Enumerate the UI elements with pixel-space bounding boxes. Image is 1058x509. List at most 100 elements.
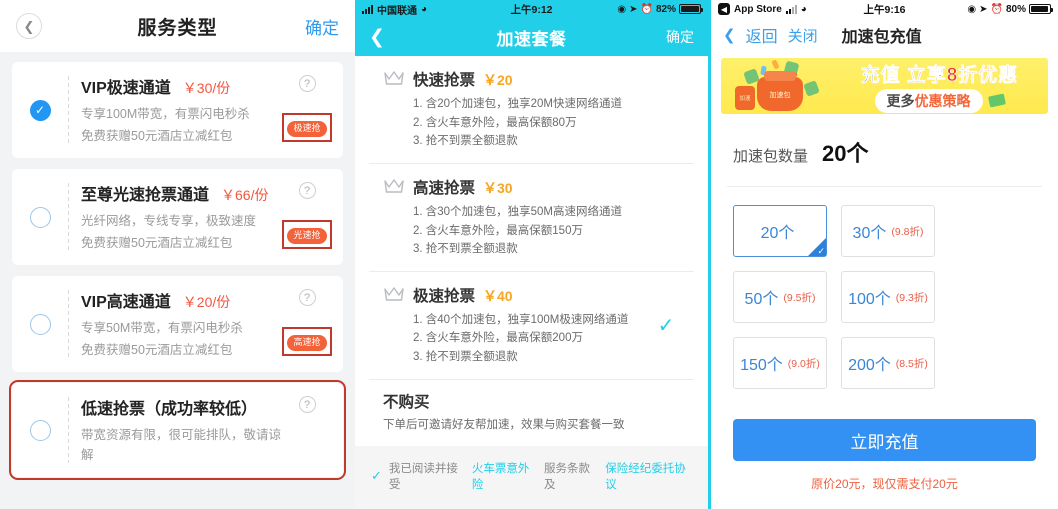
package-detail-line: 1. 含40个加速包，独享100M极速网络通道 — [413, 313, 629, 326]
status-right: ◉ ➤ ⏰ 80% — [967, 3, 1053, 15]
panel3-status-bar: ◀ App Store ◕ 上午9:16 ◉ ➤ ⏰ 80% — [711, 0, 1058, 18]
no-purchase-row[interactable]: 不购买 下单后可邀请好友帮加速，效果与购买套餐一致 — [369, 380, 694, 446]
radio-cell[interactable] — [12, 313, 68, 335]
option-discount: (9.3折) — [895, 291, 928, 304]
alarm-clock-icon: ⏰ — [990, 3, 1003, 15]
app-store-back-icon[interactable]: ◀ — [718, 3, 730, 15]
service-price: ￥30/份 — [182, 80, 231, 96]
service-sub-2: 免费获赠50元酒店立减红包 — [81, 129, 233, 143]
confetti-icon — [771, 59, 780, 70]
option-count: 30个 — [852, 225, 887, 242]
package-detail-line: 2. 含火车意外险，最高保额80万 — [413, 116, 577, 129]
radio-unselected-icon[interactable] — [29, 206, 51, 228]
price-note: 原价20元，现仅需支付20元 — [811, 477, 958, 491]
panel2-status-bar: 中国联通 ◕ 上午9:12 ◉ ➤ ⏰ 82% — [355, 0, 708, 18]
package-price: ￥40 — [483, 287, 513, 304]
agreement-link-insurance[interactable]: 火车票意外险 — [472, 460, 537, 492]
quantity-value: 20个 — [822, 141, 869, 166]
location-arrow-icon: ➤ — [629, 3, 638, 15]
package-detail-line: 3. 抢不到票全额退款 — [413, 351, 518, 363]
banner-word-recharge: 充值 — [860, 64, 901, 86]
dashed-divider — [68, 397, 69, 463]
radio-unselected-icon[interactable] — [29, 419, 51, 441]
package-list: 快速抢票 ￥20 1. 含20个加速包，独享20M快速网络通道 2. 含火车意外… — [355, 56, 708, 446]
radio-selected-icon[interactable]: ✓ — [29, 99, 51, 121]
help-icon[interactable]: ? — [298, 75, 316, 92]
banner-word-discount: 立享8折优惠 — [906, 64, 1019, 86]
page-title: 加速包充值 — [841, 29, 922, 46]
dashed-divider — [68, 183, 69, 251]
rotation-lock-icon: ◉ — [967, 3, 977, 15]
option-20[interactable]: 20个 ✓ — [733, 205, 827, 257]
help-icon[interactable]: ? — [298, 182, 316, 199]
package-detail-line: 3. 抢不到票全额退款 — [413, 135, 518, 148]
service-body: 低速抢票（成功率较低） 带宽资源有限，很可能排队，敬请谅解 — [81, 395, 281, 465]
service-right-col: ? — [281, 395, 333, 465]
service-right-col: ? 高速抢 — [281, 288, 333, 360]
package-row-fast[interactable]: 快速抢票 ￥20 1. 含20个加速包，独享20M快速网络通道 2. 含火车意外… — [369, 56, 694, 164]
option-150[interactable]: 150个 (9.0折) — [733, 337, 827, 389]
battery-percent: 82% — [655, 3, 676, 15]
agreement-middle: 服务条款及 — [543, 462, 590, 491]
service-card-vip-highspeed[interactable]: VIP高速通道 ￥20/份 专享50M带宽，有票闪电秒杀 免费获赠50元酒店立减… — [12, 276, 343, 372]
package-check-slot — [652, 176, 680, 259]
quantity-label: 加速包数量 — [733, 148, 809, 165]
service-price: ￥66/份 — [221, 187, 269, 203]
radio-cell[interactable] — [12, 419, 68, 441]
banner-pill-more: 更多 — [886, 92, 915, 109]
banner-illustration: 加速 加速包 — [721, 58, 841, 114]
battery-icon — [679, 4, 703, 14]
package-row-express[interactable]: 极速抢票 ￥40 1. 含40个加速包，独享100M极速网络通道 2. 含火车意… — [369, 272, 694, 380]
radio-cell[interactable]: ✓ — [12, 99, 68, 121]
option-count: 200个 — [848, 357, 891, 374]
package-row-highspeed[interactable]: 高速抢票 ￥30 1. 含30个加速包，独享50M高速网络通道 2. 含火车意外… — [369, 164, 694, 272]
confirm-button[interactable]: 确定 — [666, 27, 694, 47]
option-30[interactable]: 30个 (9.8折) — [841, 205, 935, 257]
service-card-vip-express[interactable]: ✓ VIP极速通道 ￥30/份 专享100M带宽，有票闪电秒杀 免费获赠50元酒… — [12, 62, 343, 158]
service-name: VIP极速通道 — [81, 80, 171, 97]
banner-more-strategies-button[interactable]: 更多优惠策略 — [874, 88, 983, 113]
promo-banner[interactable]: 加速 加速包 充值 立享8折优惠 更多优惠策略 — [721, 58, 1048, 114]
option-50[interactable]: 50个 (9.5折) — [733, 271, 827, 323]
agreement-link-broker[interactable]: 保险经纪委托协议 — [605, 460, 692, 492]
rotation-lock-icon: ◉ — [617, 3, 627, 15]
service-body: 至尊光速抢票通道 ￥66/份 光纤网络，专线专享，极致速度 免费获赠50元酒店立… — [81, 181, 281, 253]
location-arrow-icon: ➤ — [979, 3, 988, 15]
back-icon[interactable]: ❮ — [369, 26, 385, 49]
agreement-prefix: 我已阅读并接受 — [388, 462, 458, 491]
cash-icon — [987, 93, 1006, 108]
service-badge: 极速抢 — [287, 121, 327, 137]
panel3-header: ❮ 返回 关闭 加速包充值 — [711, 18, 1058, 52]
radio-cell[interactable] — [12, 206, 68, 228]
service-card-supreme-lightspeed[interactable]: 至尊光速抢票通道 ￥66/份 光纤网络，专线专享，极致速度 免费获赠50元酒店立… — [12, 169, 343, 265]
service-right-col: ? 光速抢 — [281, 181, 333, 253]
banner-text: 充值 立享8折优惠 更多优惠策略 — [841, 60, 1048, 113]
option-200[interactable]: 200个 (8.5折) — [841, 337, 935, 389]
back-button[interactable]: 返回 — [746, 23, 778, 47]
help-icon[interactable]: ? — [298, 396, 316, 413]
option-discount: (9.8折) — [891, 225, 924, 238]
option-discount: (9.5折) — [783, 291, 816, 304]
radio-unselected-icon[interactable] — [29, 313, 51, 335]
agreement-check-icon[interactable]: ✓ — [371, 468, 382, 484]
help-icon[interactable]: ? — [298, 289, 316, 306]
option-count: 20个 — [760, 225, 795, 242]
service-sub-1: 带宽资源有限，很可能排队，敬请谅解 — [81, 428, 282, 462]
panel1-header: ❮ 服务类型 确定 — [0, 0, 355, 52]
panel-service-type: ❮ 服务类型 确定 ✓ VIP极速通道 ￥30/份 专享100M带宽，有票闪电秒… — [0, 0, 355, 509]
small-package-icon: 加速 — [735, 86, 755, 110]
signal-bars-icon — [362, 4, 373, 14]
close-button[interactable]: 关闭 — [788, 25, 818, 46]
service-card-lowspeed[interactable]: 低速抢票（成功率较低） 带宽资源有限，很可能排队，敬请谅解 ? — [9, 380, 346, 480]
recharge-now-button[interactable]: 立即充值 — [733, 419, 1036, 461]
service-price: ￥20/份 — [182, 294, 231, 310]
confirm-button[interactable]: 确定 — [305, 14, 339, 39]
panel-speedup-package: 中国联通 ◕ 上午9:12 ◉ ➤ ⏰ 82% ❮ 加速套餐 确定 快速抢票 ￥… — [355, 0, 708, 509]
option-100[interactable]: 100个 (9.3折) — [841, 271, 935, 323]
package-price: ￥30 — [483, 179, 513, 196]
battery-icon — [1029, 4, 1053, 14]
app-store-back-label[interactable]: App Store — [734, 4, 782, 15]
chevron-left-icon[interactable]: ❮ — [723, 26, 736, 44]
agreement-bar: ✓ 我已阅读并接受 火车票意外险 服务条款及 保险经纪委托协议 — [355, 445, 708, 506]
package-detail-line: 2. 含火车意外险，最高保额150万 — [413, 224, 583, 237]
